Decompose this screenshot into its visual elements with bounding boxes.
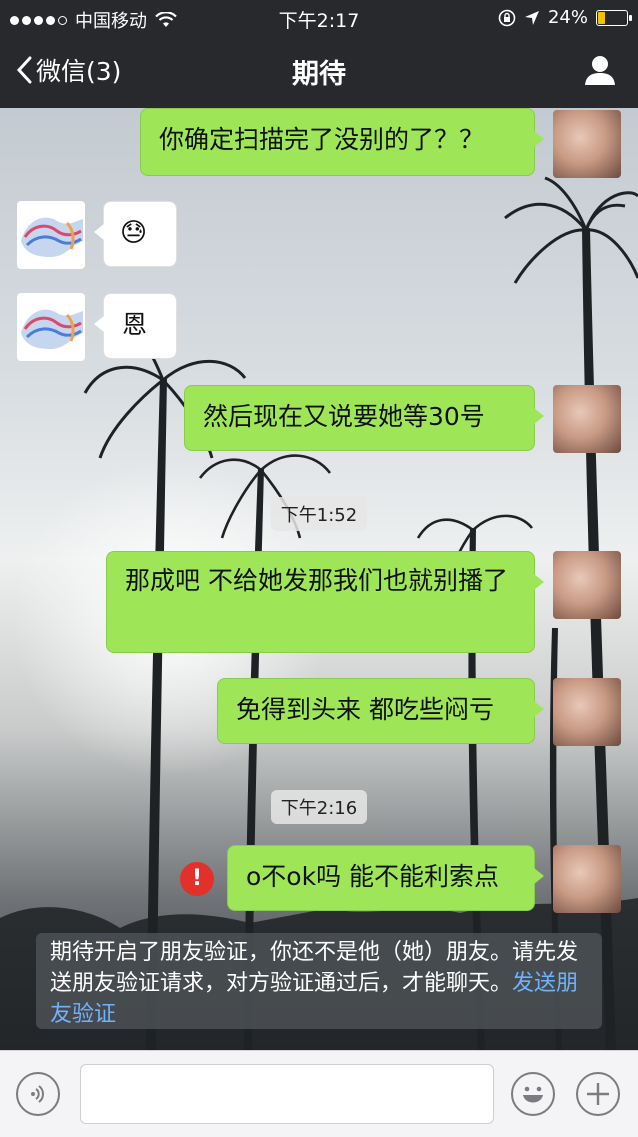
chat-info-button[interactable] (584, 54, 616, 90)
emoji-button[interactable] (511, 1072, 555, 1116)
voice-button[interactable] (16, 1072, 60, 1116)
timestamp: 下午1:52 (0, 497, 638, 531)
plus-icon (587, 1083, 609, 1105)
message-bubble-sent[interactable]: 那成吧 不给她发那我们也就别播了 (106, 551, 544, 653)
my-avatar[interactable] (553, 110, 621, 178)
message-bubble-sent[interactable]: 然后现在又说要她等30号 (184, 385, 544, 451)
more-button[interactable] (576, 1072, 620, 1116)
message-bubble-received[interactable]: 恩 (94, 293, 177, 359)
my-avatar[interactable] (553, 845, 621, 913)
contact-avatar[interactable] (17, 201, 85, 269)
status-bar: 中国移动 下午2:17 24% (0, 0, 638, 36)
emoji-icon (523, 1086, 543, 1103)
message-text: 然后现在又说要她等30号 (203, 402, 485, 431)
my-avatar[interactable] (553, 551, 621, 619)
input-bar (0, 1050, 638, 1137)
chat-title: 期待 (292, 59, 346, 90)
timestamp: 下午2:16 (0, 790, 638, 824)
message-text: 那成吧 不给她发那我们也就别播了 (125, 566, 508, 595)
my-avatar[interactable] (553, 385, 621, 453)
chat-area[interactable]: 你确定扫描完了没别的了？？ 😓 恩 然后现在又说要她等30号 下午1:52 那成… (0, 108, 638, 1050)
message-bubble-sent[interactable]: o不ok吗 能不能利索点 (227, 845, 544, 911)
contact-avatar-image (21, 217, 83, 257)
friend-verification-notice: 期待开启了朋友验证，你还不是他（她）朋友。请先发送朋友验证请求，对方验证通过后，… (36, 933, 602, 1029)
location-icon (524, 10, 539, 25)
battery-icon (596, 9, 632, 26)
message-text: o不ok吗 能不能利索点 (246, 862, 500, 891)
message-text: 你确定扫描完了没别的了？？ (159, 125, 485, 154)
battery-percent: 24% (547, 7, 588, 28)
contact-avatar[interactable] (17, 293, 85, 361)
message-text: 恩 (122, 310, 148, 339)
message-bubble-sent[interactable]: 你确定扫描完了没别的了？？ (140, 108, 544, 176)
contact-avatar-image (21, 309, 83, 349)
lock-rotation-icon (498, 9, 516, 26)
voice-icon (31, 1085, 44, 1103)
nav-bar: 微信(3) 期待 (0, 36, 638, 108)
message-bubble-sent[interactable]: 免得到头来 都吃些闷亏 (217, 678, 544, 744)
message-bubble-received[interactable]: 😓 (94, 201, 177, 267)
my-avatar[interactable] (553, 678, 621, 746)
send-failed-icon[interactable]: ! (180, 862, 214, 896)
message-text: 免得到头来 都吃些闷亏 (236, 695, 494, 724)
emoji-sweat: 😓 (120, 218, 148, 248)
notice-text: 期待开启了朋友验证，你还不是他（她）朋友。请先发送朋友验证请求，对方验证通过后，… (50, 940, 579, 996)
profile-icon (585, 56, 615, 85)
message-input[interactable] (80, 1064, 494, 1124)
